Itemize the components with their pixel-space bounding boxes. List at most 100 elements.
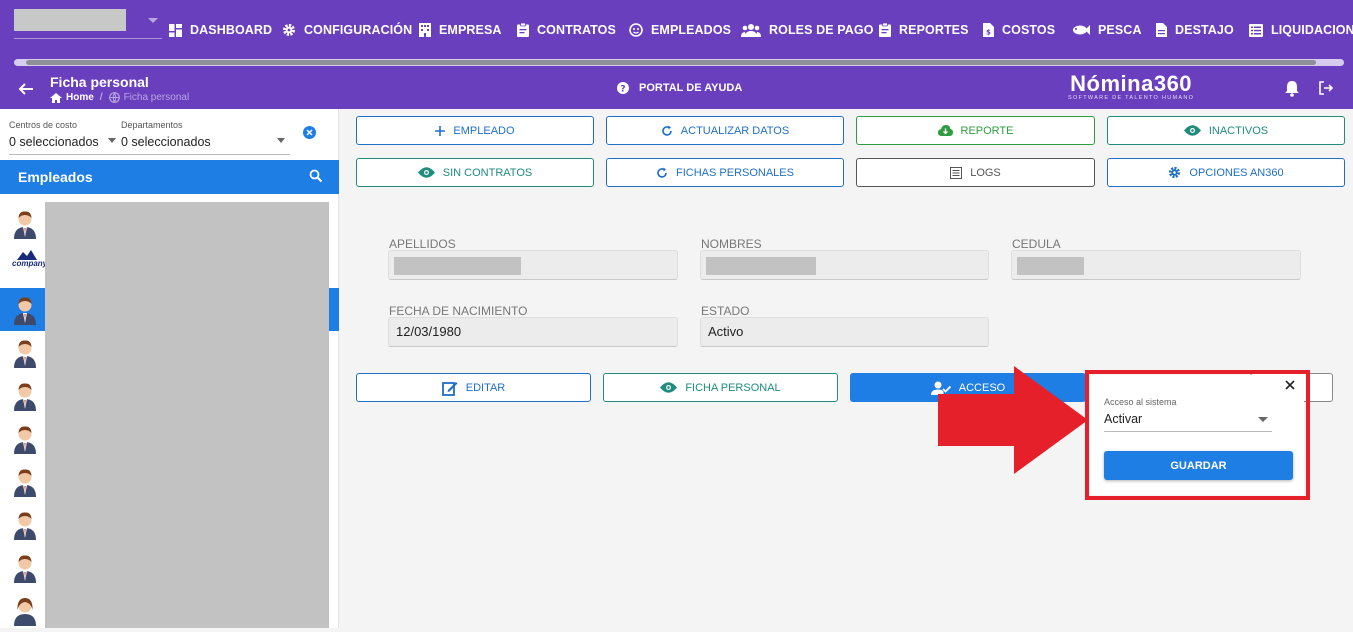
help-label: PORTAL DE AYUDA — [639, 82, 743, 94]
nav-liquidacion[interactable]: LIQUIDACION — [1249, 20, 1353, 40]
cost-center-filter[interactable]: Centros de costo 0 seleccionados — [9, 120, 99, 149]
cost-center-value: 0 seleccionados — [9, 135, 99, 149]
svg-text:?: ? — [620, 84, 625, 94]
birthdate-field: 12/03/1980 — [388, 317, 678, 347]
breadcrumb-home[interactable]: Home — [66, 92, 94, 103]
cost-center-label: Centros de costo — [9, 120, 78, 130]
personal-file-label: FICHA PERSONAL — [685, 381, 781, 394]
department-label: Departamentos — [121, 120, 183, 130]
page-title: Ficha personal — [50, 74, 149, 90]
nav-empresa-label: EMPRESA — [439, 23, 502, 37]
nav-dashboard-label: DASHBOARD — [190, 23, 273, 37]
personal-file-button[interactable]: FICHA PERSONAL — [603, 373, 838, 402]
company-selector[interactable] — [14, 9, 162, 39]
search-icon[interactable] — [309, 169, 323, 183]
chevron-down-icon[interactable] — [277, 138, 285, 143]
nav-configuracion-label: CONFIGURACIÓN — [304, 23, 413, 37]
report-label: REPORTE — [960, 124, 1014, 137]
help-portal-link[interactable]: ? PORTAL DE AYUDA — [617, 82, 742, 94]
avatar-male-icon — [14, 340, 36, 368]
refresh-data-button[interactable]: ACTUALIZAR DATOS — [606, 116, 844, 145]
nombres-label: NOMBRES — [701, 237, 762, 251]
add-employee-button[interactable]: EMPLEADO — [356, 116, 594, 145]
nav-pesca[interactable]: PESCA — [1072, 20, 1142, 40]
clear-filter-icon[interactable] — [303, 126, 316, 139]
filter-underline — [9, 154, 290, 155]
inactive-button[interactable]: INACTIVOS — [1107, 116, 1345, 145]
brand-logo: Nómina360 SOFTWARE DE TALENTO HUMANO — [1068, 71, 1194, 101]
personal-files-button[interactable]: FICHAS PERSONALES — [606, 158, 844, 187]
personal-files-label: FICHAS PERSONALES — [676, 166, 794, 179]
company-name-redacted — [14, 9, 126, 31]
gear-icon — [1169, 166, 1181, 179]
nav-contratos-label: CONTRATOS — [537, 23, 616, 37]
nav-costos[interactable]: $ COSTOS — [983, 20, 1055, 40]
edit-icon — [441, 381, 458, 396]
report-button[interactable]: REPORTE — [856, 116, 1095, 145]
horizontal-scrollbar[interactable] — [14, 59, 1344, 66]
apellidos-field — [388, 250, 678, 280]
breadcrumb-separator: / — [99, 92, 103, 103]
nav-empresa[interactable]: EMPRESA — [419, 20, 502, 40]
cedula-field — [1011, 250, 1301, 280]
status-field: Activo — [700, 317, 989, 347]
nav-reportes-label: REPORTES — [899, 23, 969, 37]
department-filter[interactable]: Departamentos 0 seleccionados — [121, 120, 211, 149]
nav-configuracion[interactable]: CONFIGURACIÓN — [282, 20, 412, 40]
employees-title: Empleados — [18, 169, 93, 185]
cloud-download-icon — [937, 125, 953, 136]
avatar-male-icon — [14, 555, 36, 583]
plus-icon — [435, 125, 446, 136]
document-icon — [1156, 23, 1167, 37]
nav-empleados-label: EMPLEADOS — [651, 23, 732, 37]
birthdate-label: FECHA DE NACIMIENTO — [389, 304, 528, 318]
home-icon — [50, 92, 62, 103]
inactive-label: INACTIVOS — [1208, 124, 1269, 137]
highlight-frame — [1085, 370, 1310, 500]
avatar-male-icon — [14, 512, 36, 540]
nav-pesca-label: PESCA — [1098, 23, 1142, 37]
nombres-redacted — [706, 257, 816, 275]
apellidos-redacted — [394, 257, 521, 275]
options-an360-button[interactable]: OPCIONES AN360 — [1107, 158, 1345, 187]
nav-dashboard[interactable]: DASHBOARD — [169, 20, 272, 40]
chevron-down-icon[interactable] — [108, 138, 116, 143]
bell-icon[interactable] — [1284, 80, 1300, 97]
logout-icon[interactable] — [1318, 80, 1334, 96]
nav-reportes[interactable]: REPORTES — [879, 20, 969, 40]
nav-costos-label: COSTOS — [1002, 23, 1056, 37]
page-header: Ficha personal Home / Ficha personal ? P… — [0, 68, 1353, 109]
logs-label: LOGS — [970, 166, 1001, 179]
avatar-male-icon — [14, 469, 36, 497]
clipboard-icon — [879, 23, 891, 37]
avatar-male-icon — [14, 297, 36, 325]
list-icon — [950, 166, 963, 179]
cedula-label: CEDULA — [1012, 237, 1061, 251]
options-an360-label: OPCIONES AN360 — [1189, 166, 1284, 179]
group-icon — [741, 24, 761, 37]
fish-icon — [1073, 25, 1090, 35]
gear-icon — [283, 24, 295, 36]
status-label: ESTADO — [701, 304, 750, 318]
department-value: 0 seleccionados — [121, 135, 211, 149]
chevron-down-icon — [148, 18, 158, 23]
document-dollar-icon: $ — [983, 23, 994, 37]
add-employee-label: EMPLEADO — [453, 124, 515, 137]
breadcrumb-current: Ficha personal — [123, 92, 190, 103]
avatar-female-icon — [14, 598, 36, 626]
no-contracts-button[interactable]: SIN CONTRATOS — [356, 158, 594, 187]
apellidos-label: APELLIDOS — [389, 237, 456, 251]
edit-button[interactable]: EDITAR — [356, 373, 591, 402]
nav-roles-de-pago[interactable]: ROLES DE PAGO — [741, 20, 874, 40]
nav-contratos[interactable]: CONTRATOS — [517, 20, 616, 40]
scrollbar-thumb[interactable] — [26, 60, 1316, 65]
nav-empleados[interactable]: EMPLEADOS — [629, 20, 731, 40]
nav-roles-label: ROLES DE PAGO — [769, 23, 874, 37]
eye-icon — [1183, 125, 1201, 136]
avatar-male-icon — [14, 426, 36, 454]
breadcrumb: Home / Ficha personal — [50, 92, 189, 103]
arrow-left-icon[interactable] — [17, 80, 35, 98]
building-icon — [419, 23, 431, 37]
nav-destajo[interactable]: DESTAJO — [1156, 20, 1234, 40]
logs-button[interactable]: LOGS — [856, 158, 1095, 187]
